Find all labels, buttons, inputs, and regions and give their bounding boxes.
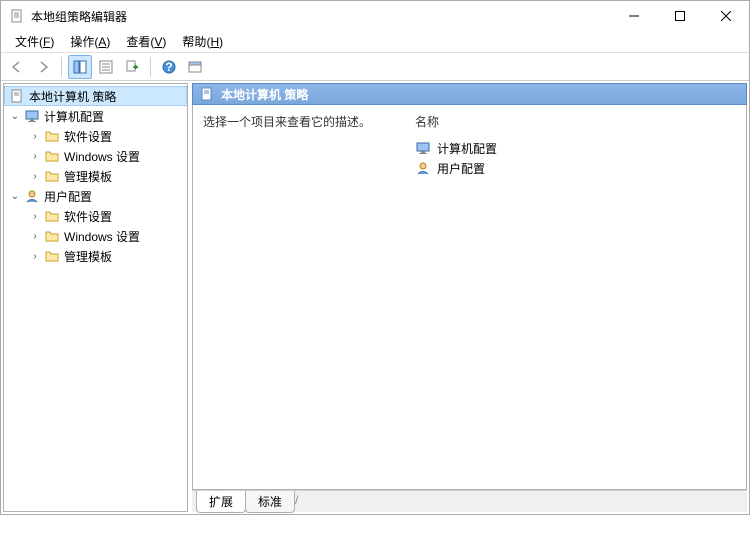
collapse-icon[interactable]: ⌄ [8, 189, 22, 203]
back-button[interactable] [5, 55, 29, 79]
svg-text:?: ? [165, 60, 172, 74]
detail-header: 本地计算机 策略 [192, 83, 747, 105]
folder-icon [44, 248, 60, 264]
folder-icon [44, 168, 60, 184]
document-icon [199, 86, 215, 102]
tree-root[interactable]: 本地计算机 策略 [4, 86, 187, 106]
properties-button[interactable] [94, 55, 118, 79]
titlebar: 本地组策略编辑器 [1, 1, 749, 31]
close-button[interactable] [703, 1, 749, 31]
menu-file[interactable]: 文件(F) [7, 31, 62, 52]
expand-icon[interactable]: › [28, 229, 42, 243]
column-name[interactable]: 名称 [411, 111, 738, 132]
detail-body: 选择一个项目来查看它的描述。 名称 计算机配置 用户配置 [192, 105, 747, 490]
tree-user-windows[interactable]: › Windows 设置 [4, 226, 187, 246]
detail-panel: 本地计算机 策略 选择一个项目来查看它的描述。 名称 计算机配置 用户配置 [192, 83, 747, 512]
toolbar: ? [1, 53, 749, 81]
user-icon [24, 188, 40, 204]
detail-list: 名称 计算机配置 用户配置 [403, 105, 746, 489]
menubar: 文件(F) 操作(A) 查看(V) 帮助(H) [1, 31, 749, 53]
computer-icon [24, 108, 40, 124]
menu-help[interactable]: 帮助(H) [174, 31, 231, 52]
user-icon [415, 160, 431, 176]
expand-icon[interactable]: › [28, 209, 42, 223]
list-item-label: 计算机配置 [437, 140, 497, 157]
list-item-label: 用户配置 [437, 160, 485, 177]
tree-computer-admin[interactable]: › 管理模板 [4, 166, 187, 186]
expand-icon[interactable]: › [28, 249, 42, 263]
folder-icon [44, 228, 60, 244]
expand-icon[interactable]: › [28, 129, 42, 143]
window-controls [611, 1, 749, 31]
export-button[interactable] [120, 55, 144, 79]
list-item-computer[interactable]: 计算机配置 [411, 138, 738, 158]
tab-standard[interactable]: 标准 [245, 491, 295, 513]
expand-icon[interactable]: › [28, 169, 42, 183]
main-area: 本地计算机 策略 ⌄ 计算机配置 › 软件设置 › Windows 设置 › 管… [1, 81, 749, 514]
tab-extended[interactable]: 扩展 [196, 491, 246, 513]
expand-icon[interactable]: › [28, 149, 42, 163]
document-icon [9, 88, 25, 104]
toolbar-separator [150, 57, 151, 77]
collapse-icon[interactable]: ⌄ [8, 109, 22, 123]
minimize-button[interactable] [611, 1, 657, 31]
detail-description: 选择一个项目来查看它的描述。 [193, 105, 403, 489]
tree-user-software[interactable]: › 软件设置 [4, 206, 187, 226]
menu-view[interactable]: 查看(V) [118, 31, 174, 52]
tree-user-admin[interactable]: › 管理模板 [4, 246, 187, 266]
folder-icon [44, 128, 60, 144]
tree-computer-config[interactable]: ⌄ 计算机配置 [4, 106, 187, 126]
maximize-button[interactable] [657, 1, 703, 31]
folder-icon [44, 148, 60, 164]
tree-user-label: 用户配置 [44, 188, 92, 205]
computer-icon [415, 140, 431, 156]
detail-tabs: 扩展 标准 / [192, 490, 747, 512]
tree-computer-label: 计算机配置 [44, 108, 104, 125]
filter-button[interactable] [183, 55, 207, 79]
toolbar-separator [61, 57, 62, 77]
main-window: 本地组策略编辑器 文件(F) 操作(A) 查看(V) 帮助(H) ? 本地计算机… [0, 0, 750, 515]
folder-icon [44, 208, 60, 224]
tree-computer-software[interactable]: › 软件设置 [4, 126, 187, 146]
tree-panel[interactable]: 本地计算机 策略 ⌄ 计算机配置 › 软件设置 › Windows 设置 › 管… [3, 83, 188, 512]
list-item-user[interactable]: 用户配置 [411, 158, 738, 178]
show-tree-button[interactable] [68, 55, 92, 79]
menu-action[interactable]: 操作(A) [62, 31, 118, 52]
forward-button[interactable] [31, 55, 55, 79]
window-title: 本地组策略编辑器 [31, 8, 611, 25]
help-button[interactable]: ? [157, 55, 181, 79]
tree-computer-windows[interactable]: › Windows 设置 [4, 146, 187, 166]
app-icon [9, 8, 25, 24]
detail-header-title: 本地计算机 策略 [221, 86, 308, 103]
tree-user-config[interactable]: ⌄ 用户配置 [4, 186, 187, 206]
tree-root-label: 本地计算机 策略 [29, 88, 116, 105]
